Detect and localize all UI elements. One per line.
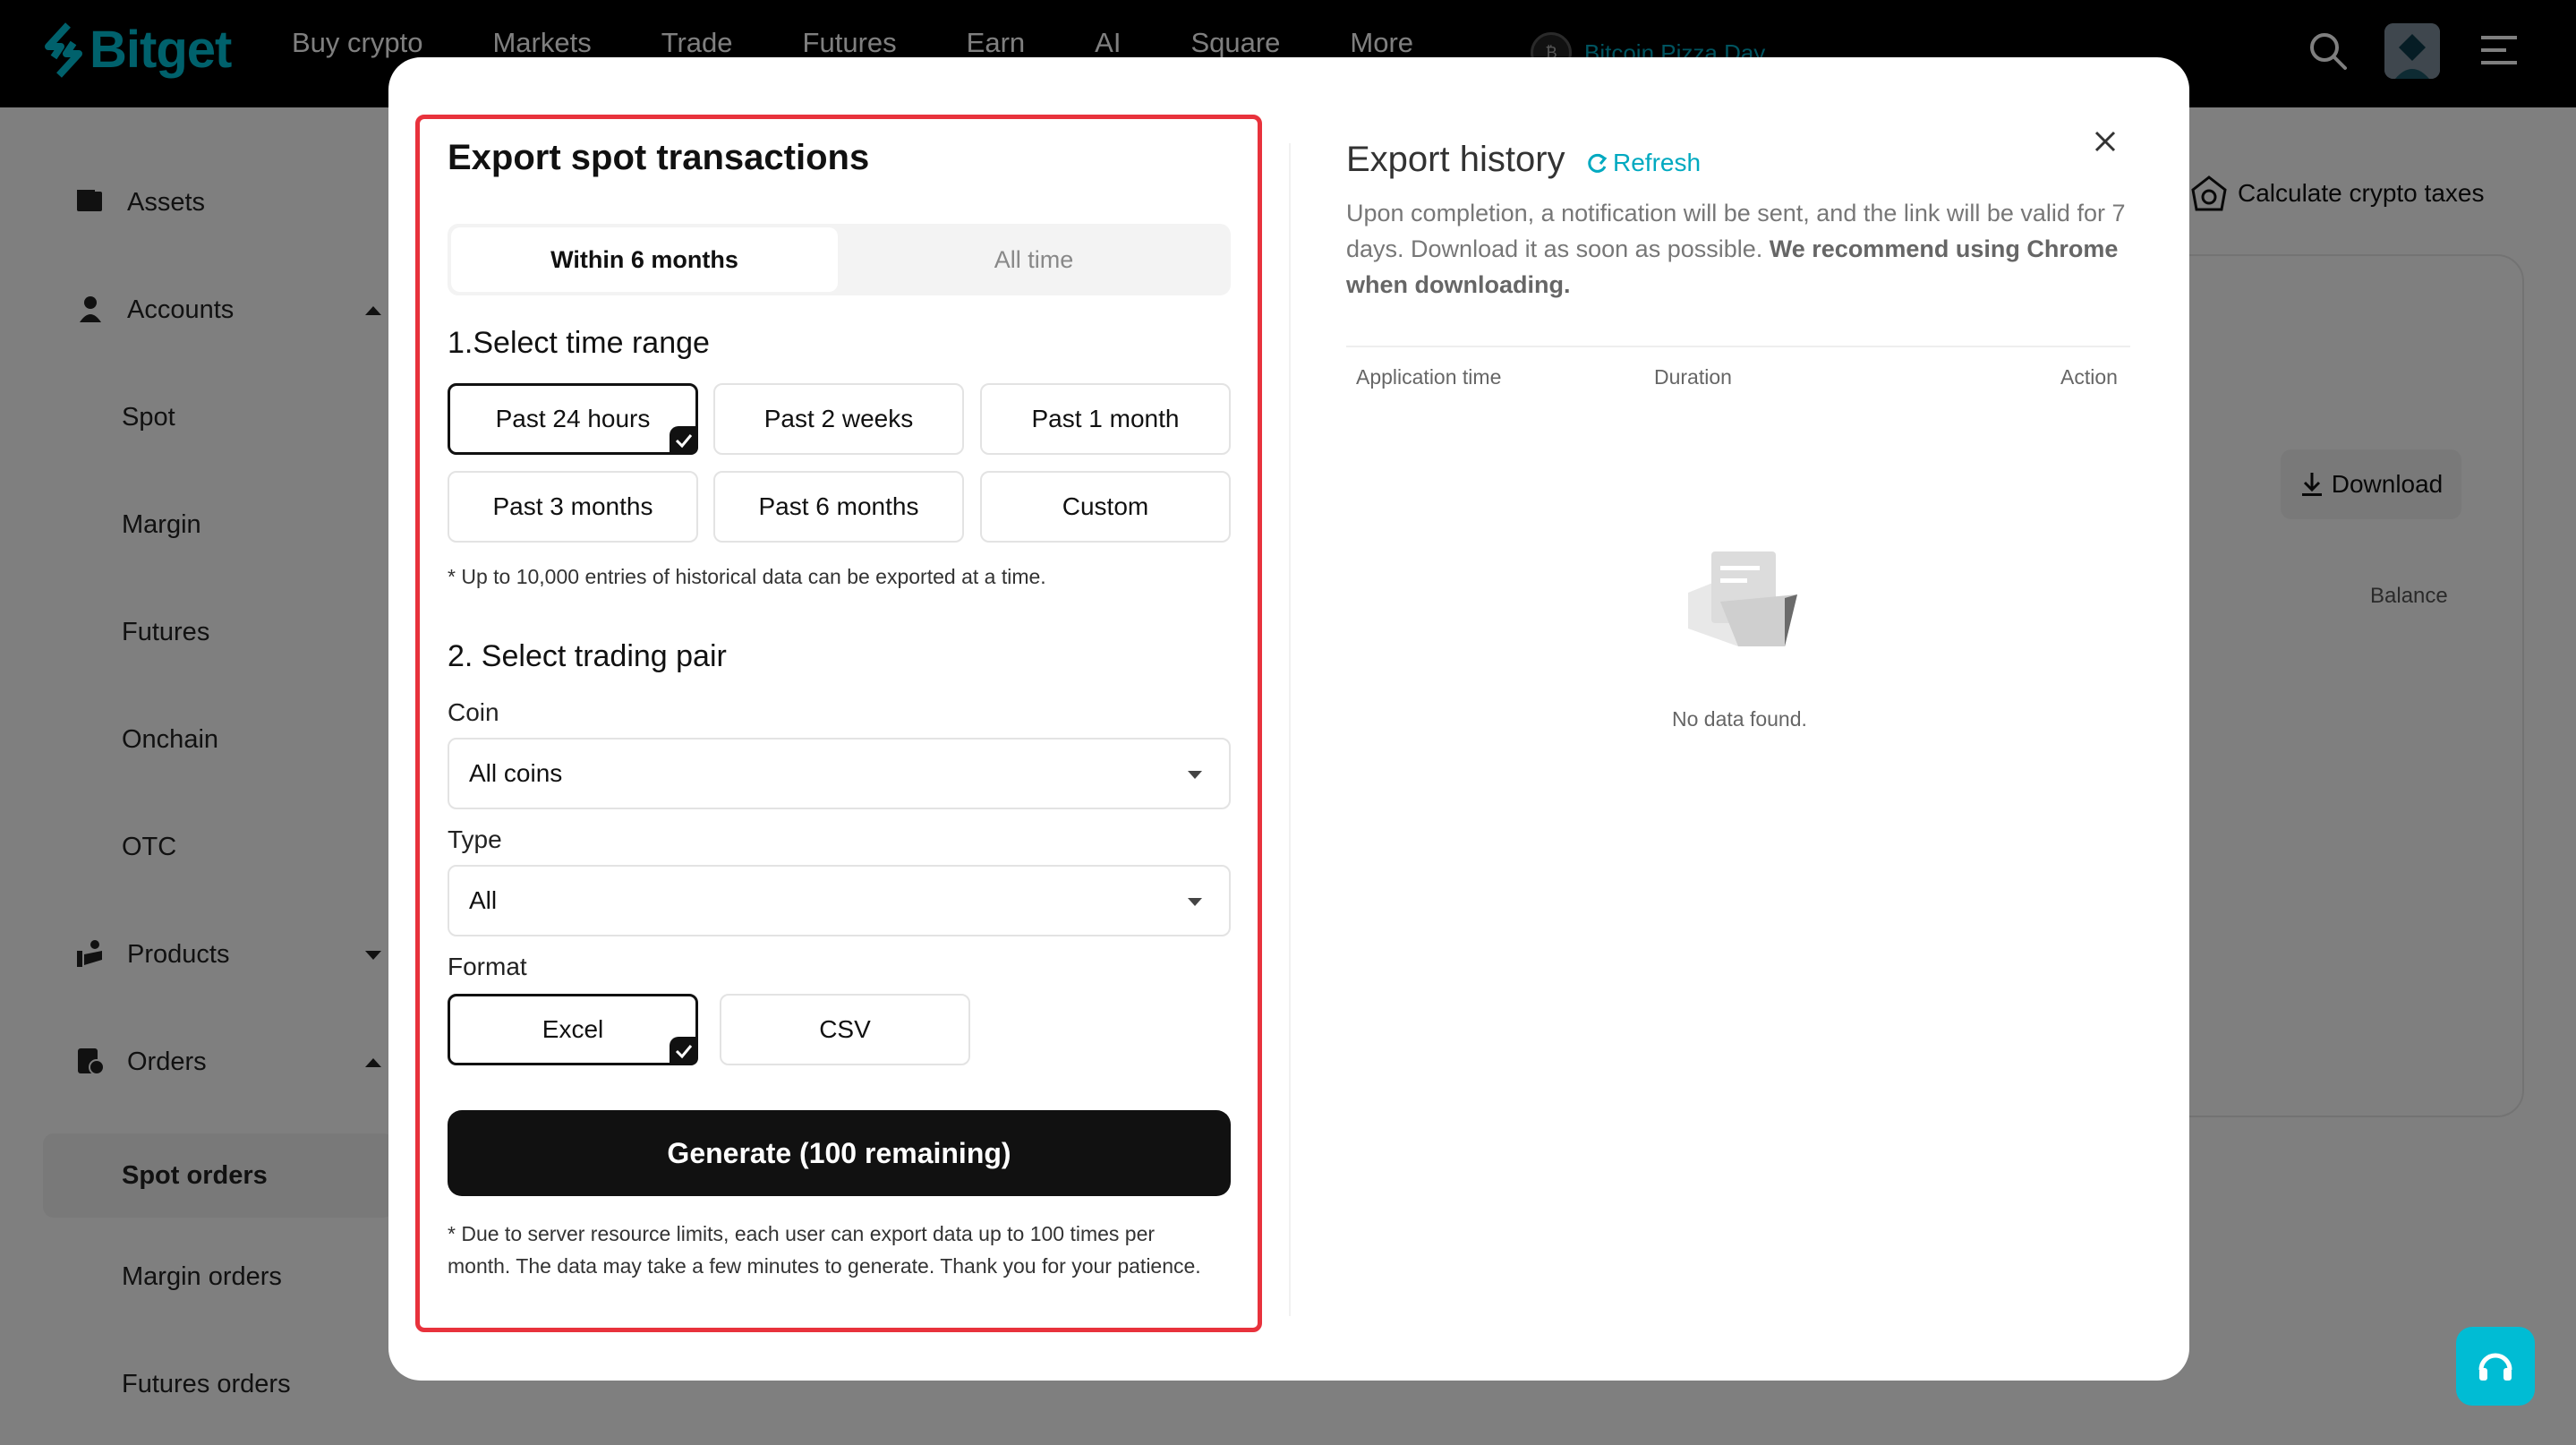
range-past-24-hours[interactable]: Past 24 hours bbox=[448, 383, 698, 455]
range-past-1-month[interactable]: Past 1 month bbox=[980, 383, 1231, 455]
format-label: Format bbox=[448, 953, 527, 980]
format-label-text: Excel bbox=[542, 1015, 604, 1043]
range-label: Past 3 months bbox=[492, 492, 653, 520]
range-past-6-months[interactable]: Past 6 months bbox=[713, 471, 964, 543]
coin-select[interactable]: All coins bbox=[448, 738, 1231, 809]
headset-icon bbox=[2478, 1353, 2512, 1381]
empty-state-text: No data found. bbox=[1672, 707, 1807, 731]
range-past-3-months[interactable]: Past 3 months bbox=[448, 471, 698, 543]
checkmark-icon bbox=[670, 1037, 698, 1065]
refresh-button[interactable]: Refresh bbox=[1586, 149, 1701, 177]
range-label: Past 1 month bbox=[1031, 405, 1180, 432]
dropdown-arrow-icon bbox=[1188, 898, 1202, 906]
range-label: Custom bbox=[1062, 492, 1149, 520]
tab-within-6-months[interactable]: Within 6 months bbox=[451, 227, 838, 292]
table-header-divider bbox=[1346, 346, 2130, 347]
type-select[interactable]: All bbox=[448, 865, 1231, 936]
export-history-title: Export history bbox=[1346, 140, 1565, 179]
format-excel[interactable]: Excel bbox=[448, 994, 698, 1065]
range-label: Past 2 weeks bbox=[763, 405, 914, 432]
close-icon[interactable] bbox=[2091, 127, 2120, 160]
format-csv[interactable]: CSV bbox=[720, 994, 970, 1065]
coin-select-value: All coins bbox=[469, 759, 563, 787]
type-select-value: All bbox=[469, 886, 498, 914]
range-label: Past 6 months bbox=[758, 492, 919, 520]
dropdown-arrow-icon bbox=[1188, 771, 1202, 779]
range-label: Past 24 hours bbox=[495, 405, 651, 432]
trading-pair-heading: 2. Select trading pair bbox=[448, 639, 727, 673]
range-past-2-weeks[interactable]: Past 2 weeks bbox=[713, 383, 964, 455]
refresh-label: Refresh bbox=[1613, 149, 1702, 176]
time-range-heading: 1.Select time range bbox=[448, 326, 710, 360]
export-title: Export spot transactions bbox=[448, 138, 870, 177]
range-custom[interactable]: Custom bbox=[980, 471, 1231, 543]
support-chat-button[interactable] bbox=[2456, 1327, 2535, 1406]
column-application-time: Application time bbox=[1356, 365, 1502, 389]
column-duration: Duration bbox=[1654, 365, 1732, 389]
time-scope-tabs: Within 6 months All time bbox=[448, 224, 1231, 295]
column-action: Action bbox=[2060, 365, 2118, 389]
format-label-text: CSV bbox=[819, 1015, 871, 1043]
range-note: * Up to 10,000 entries of historical dat… bbox=[448, 565, 1046, 588]
tab-all-time[interactable]: All time bbox=[840, 227, 1227, 292]
modal-divider bbox=[1289, 143, 1291, 1316]
empty-state-icon bbox=[1685, 548, 1801, 653]
type-label: Type bbox=[448, 825, 502, 853]
refresh-icon bbox=[1588, 153, 1608, 173]
export-history-description: Upon completion, a notification will be … bbox=[1346, 195, 2134, 303]
checkmark-icon bbox=[670, 426, 698, 455]
generate-button[interactable]: Generate (100 remaining) bbox=[448, 1110, 1231, 1196]
coin-label: Coin bbox=[448, 698, 499, 726]
export-limit-note: * Due to server resource limits, each us… bbox=[448, 1222, 1201, 1278]
